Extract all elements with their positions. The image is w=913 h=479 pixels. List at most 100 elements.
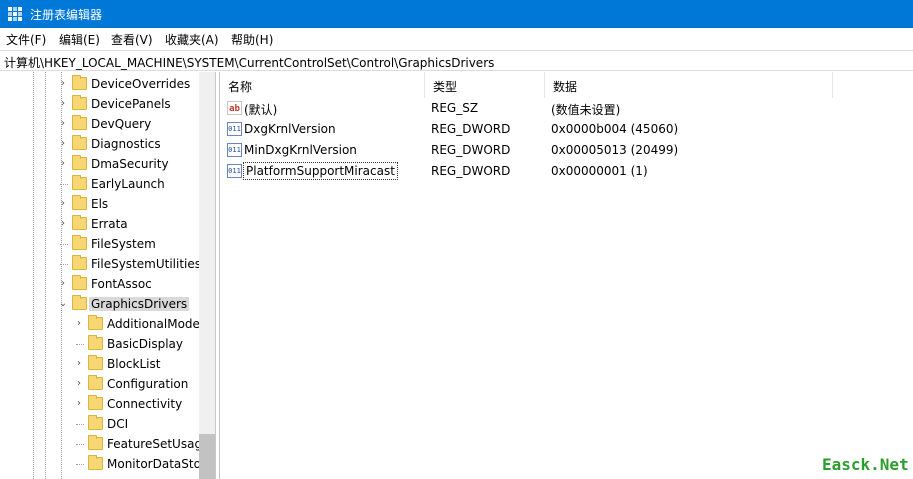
expand-icon[interactable]: › — [58, 198, 68, 210]
tree-item-label[interactable]: FontAssoc — [89, 277, 154, 291]
value-data: 0x00005013 (20499) — [551, 143, 679, 157]
tree-item[interactable]: › DmaSecurity — [0, 154, 200, 174]
menu-help[interactable]: 帮助(H) — [231, 31, 273, 48]
tree-item-label[interactable]: DevicePanels — [89, 97, 173, 111]
registry-editor-icon — [8, 7, 22, 21]
tree-item[interactable]: FileSystem — [0, 234, 200, 254]
folder-icon — [72, 115, 87, 130]
value-name[interactable]: DxgKrnlVersion — [243, 122, 337, 136]
tree-scrollbar[interactable] — [199, 72, 215, 479]
tree-item[interactable]: EarlyLaunch — [0, 174, 200, 194]
tree-item[interactable]: FileSystemUtilities — [0, 254, 203, 274]
tree-item-label[interactable]: DCI — [105, 417, 130, 431]
value-data: (数值未设置) — [551, 103, 621, 117]
tree-item-label[interactable]: FileSystemUtilities — [89, 257, 203, 271]
value-data: 0x0000b004 (45060) — [551, 122, 679, 136]
menu-bar: 文件(F) 编辑(E) 查看(V) 收藏夹(A) 帮助(H) — [0, 28, 913, 49]
tree-leaf-connector — [74, 438, 84, 450]
tree-item-label[interactable]: EarlyLaunch — [89, 177, 167, 191]
tree-item[interactable]: › AdditionalMode — [0, 314, 200, 334]
tree-item[interactable]: MonitorDataSto — [0, 454, 203, 474]
expand-icon[interactable]: › — [74, 398, 84, 410]
collapse-icon[interactable]: ⌄ — [58, 298, 68, 310]
expand-icon[interactable]: › — [58, 138, 68, 150]
tree-item-label[interactable]: DeviceOverrides — [89, 77, 192, 91]
menu-file[interactable]: 文件(F) — [6, 31, 46, 48]
value-data: 0x00000001 (1) — [551, 164, 648, 178]
tree-item-label[interactable]: Errata — [89, 217, 130, 231]
tree-item[interactable]: › Diagnostics — [0, 134, 200, 154]
value-type: REG_SZ — [431, 101, 479, 115]
tree-item-label[interactable]: FileSystem — [89, 237, 158, 251]
key-tree-pane[interactable]: › DeviceOverrides › DevicePanels › DevQuery › D… — [0, 72, 215, 479]
tree-item-label[interactable]: Connectivity — [105, 397, 184, 411]
tree-item[interactable]: › DevicePanels — [0, 94, 200, 114]
expand-icon[interactable]: › — [58, 98, 68, 110]
column-divider[interactable] — [832, 72, 833, 98]
expand-icon[interactable]: › — [58, 278, 68, 290]
tree-leaf-connector — [74, 458, 84, 470]
folder-icon — [88, 315, 103, 330]
tree-item-label[interactable]: DmaSecurity — [89, 157, 171, 171]
tree-item[interactable]: › Connectivity — [0, 394, 200, 414]
expand-icon[interactable]: › — [74, 318, 84, 330]
tree-item-label[interactable]: BasicDisplay — [105, 337, 185, 351]
expand-icon[interactable]: › — [74, 358, 84, 370]
folder-icon — [88, 355, 103, 370]
tree-item[interactable]: › FontAssoc — [0, 274, 200, 294]
tree-item[interactable]: › DeviceOverrides — [0, 74, 200, 94]
tree-scrollbar-thumb[interactable] — [199, 434, 215, 479]
tree-item[interactable]: › Errata — [0, 214, 200, 234]
tree-leaf-connector — [74, 338, 84, 350]
value-name[interactable]: (默认) — [243, 101, 278, 118]
tree-item[interactable]: › Configuration — [0, 374, 200, 394]
tree-item-label[interactable]: MonitorDataSto — [105, 457, 203, 471]
tree-item[interactable]: BasicDisplay — [0, 334, 200, 354]
tree-leaf-connector — [58, 178, 68, 190]
expand-icon[interactable]: › — [58, 78, 68, 90]
tree-item-label[interactable]: BlockList — [105, 357, 162, 371]
address-bar[interactable]: 计算机\HKEY_LOCAL_MACHINE\SYSTEM\CurrentCon… — [0, 50, 913, 71]
tree-item[interactable]: FeatureSetUsag — [0, 434, 202, 454]
value-type: REG_DWORD — [431, 143, 511, 157]
tree-item-label[interactable]: GraphicsDrivers — [89, 297, 190, 311]
address-path[interactable]: 计算机\HKEY_LOCAL_MACHINE\SYSTEM\CurrentCon… — [4, 54, 494, 71]
tree-item-label[interactable]: Els — [89, 197, 110, 211]
column-header-data[interactable]: 数据 — [545, 72, 833, 98]
folder-icon — [72, 255, 87, 270]
expand-icon[interactable]: › — [58, 218, 68, 230]
value-type: REG_DWORD — [431, 122, 511, 136]
menu-view[interactable]: 查看(V) — [111, 31, 153, 48]
expand-icon[interactable]: › — [74, 378, 84, 390]
tree-item[interactable]: DCI — [0, 414, 200, 434]
menu-favorites[interactable]: 收藏夹(A) — [165, 31, 219, 48]
tree-item[interactable]: › BlockList — [0, 354, 200, 374]
tree-item-label[interactable]: FeatureSetUsag — [105, 437, 204, 451]
folder-icon — [88, 435, 103, 450]
column-header-name[interactable]: 名称 — [220, 72, 425, 98]
tree-item-label[interactable]: AdditionalMode — [105, 317, 202, 331]
value-name[interactable]: MinDxgKrnlVersion — [243, 143, 358, 157]
tree-item[interactable]: ⌄ GraphicsDrivers — [0, 294, 200, 314]
values-pane[interactable]: 名称 类型 数据 ab (默认) REG_SZ (数值未设置) 011 DxgKrnlVe… — [220, 72, 913, 479]
string-value-icon: ab — [227, 101, 242, 115]
menu-edit[interactable]: 编辑(E) — [59, 31, 100, 48]
expand-icon[interactable]: › — [58, 118, 68, 130]
column-header-type[interactable]: 类型 — [425, 72, 545, 98]
tree-item[interactable]: › DevQuery — [0, 114, 200, 134]
value-row[interactable]: 011 MinDxgKrnlVersion REG_DWORD 0x00005013 … — [220, 140, 913, 161]
folder-icon — [72, 275, 87, 290]
binary-value-icon: 011 — [227, 164, 242, 178]
tree-item-label[interactable]: Diagnostics — [89, 137, 163, 151]
expand-icon[interactable]: › — [58, 158, 68, 170]
tree-item-label[interactable]: Configuration — [105, 377, 190, 391]
value-name[interactable]: PlatformSupportMiracast — [243, 162, 398, 180]
tree-item[interactable]: › Els — [0, 194, 200, 214]
value-row[interactable]: 011 PlatformSupportMiracast REG_DWORD 0x000… — [220, 161, 913, 182]
watermark: Easck.Net — [818, 455, 913, 474]
value-row[interactable]: 011 DxgKrnlVersion REG_DWORD 0x0000b004 (45… — [220, 119, 913, 140]
tree-item-label[interactable]: DevQuery — [89, 117, 153, 131]
folder-icon — [72, 195, 87, 210]
value-row[interactable]: ab (默认) REG_SZ (数值未设置) — [220, 98, 913, 119]
folder-icon — [72, 135, 87, 150]
